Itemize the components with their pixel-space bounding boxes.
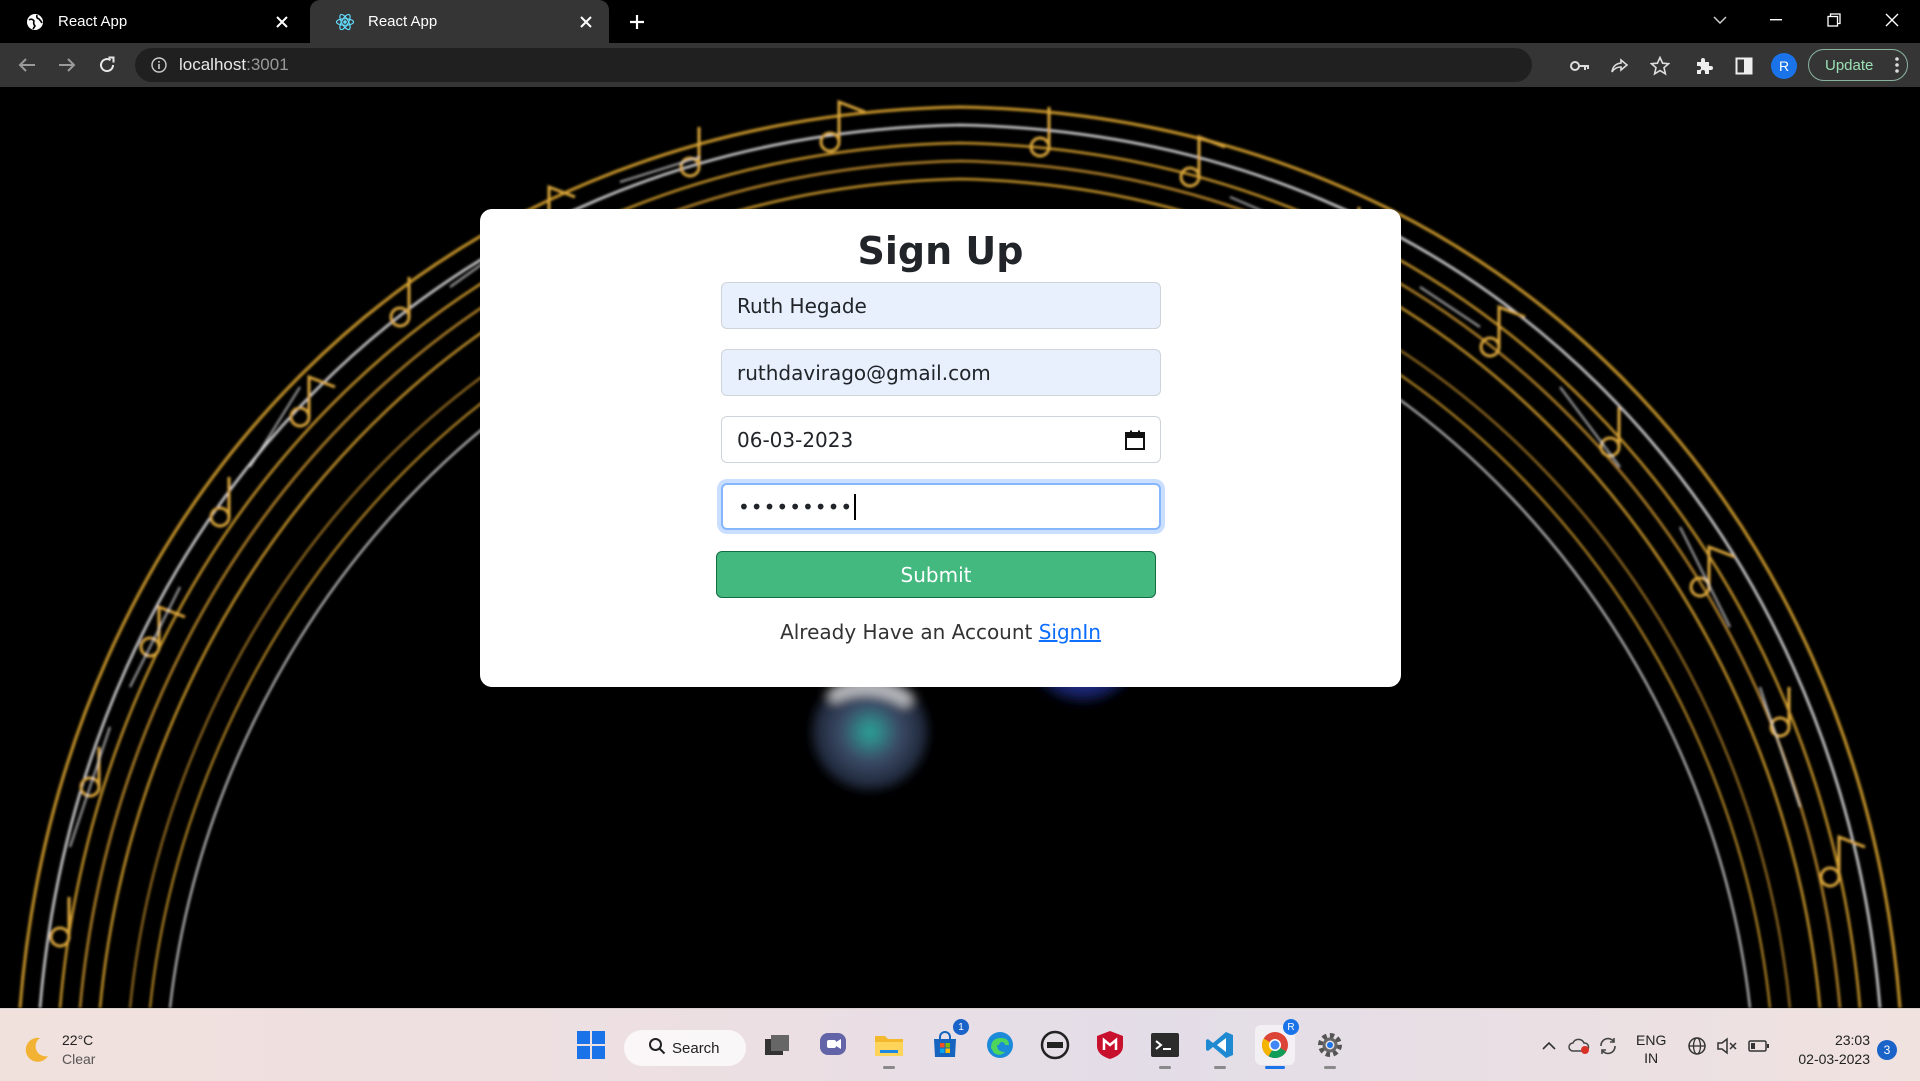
weather-temp: 22°C xyxy=(62,1032,94,1048)
sync-icon[interactable] xyxy=(1597,1035,1619,1057)
tab-title: React App xyxy=(368,13,438,30)
file-explorer-icon[interactable] xyxy=(869,1025,909,1069)
region-code: IN xyxy=(1644,1050,1659,1066)
show-hidden-icons-chevron-icon[interactable] xyxy=(1538,1035,1560,1057)
calendar-icon[interactable] xyxy=(1124,429,1146,451)
network-globe-icon[interactable] xyxy=(1686,1035,1708,1057)
signin-prompt-text: Already Have an Account xyxy=(780,620,1033,644)
signup-card: Sign Up Ruth Hegade ruthdavirago@gmail.c… xyxy=(480,209,1401,687)
task-view-icon[interactable] xyxy=(757,1025,797,1065)
tab-search-chevron-icon[interactable] xyxy=(1692,0,1748,40)
close-tab-icon[interactable] xyxy=(575,11,597,33)
submit-label: Submit xyxy=(900,562,972,587)
forward-arrow-icon[interactable] xyxy=(51,49,83,81)
signin-prompt: Already Have an Account SignIn xyxy=(480,620,1401,644)
edge-browser-icon[interactable] xyxy=(980,1025,1020,1065)
mcafee-icon[interactable] xyxy=(1090,1025,1130,1065)
clock-date: 02-03-2023 xyxy=(1798,1051,1870,1067)
more-menu-icon[interactable] xyxy=(1895,56,1899,78)
running-indicator xyxy=(1159,1066,1171,1069)
page-title: Sign Up xyxy=(857,229,1024,273)
update-button[interactable]: Update xyxy=(1808,49,1908,81)
minimize-icon[interactable] xyxy=(1748,0,1804,40)
language-indicator[interactable]: ENG IN xyxy=(1636,1031,1666,1067)
update-label: Update xyxy=(1825,56,1874,74)
teams-chat-icon[interactable] xyxy=(813,1025,853,1065)
signin-link[interactable]: SignIn xyxy=(1039,620,1101,644)
close-tab-icon[interactable] xyxy=(271,11,293,33)
system-clock[interactable]: 23:03 02-03-2023 xyxy=(1780,1031,1870,1069)
submit-button[interactable]: Submit xyxy=(716,551,1156,598)
windows-taskbar: 22°C Clear Search 1 R ENG IN 23:03 02-03… xyxy=(0,1008,1920,1081)
tab-react-app-1[interactable]: React App xyxy=(0,0,305,43)
tab-strip: React App React App xyxy=(0,0,1920,43)
microsoft-store-icon[interactable]: 1 xyxy=(925,1019,969,1065)
battery-icon[interactable] xyxy=(1748,1035,1770,1057)
tab-title: React App xyxy=(58,13,128,30)
name-value: Ruth Hegade xyxy=(737,293,867,318)
search-label: Search xyxy=(672,1039,720,1057)
password-input[interactable]: ••••••••• xyxy=(721,483,1161,530)
taskbar-search[interactable]: Search xyxy=(624,1030,746,1066)
close-window-icon[interactable] xyxy=(1864,0,1920,40)
site-info-icon[interactable] xyxy=(149,55,169,75)
extensions-puzzle-icon[interactable] xyxy=(1691,53,1717,79)
volume-muted-icon[interactable] xyxy=(1716,1035,1738,1057)
password-key-icon[interactable] xyxy=(1569,55,1591,77)
start-button[interactable] xyxy=(571,1025,611,1065)
settings-gear-icon[interactable] xyxy=(1310,1025,1350,1069)
notification-badge[interactable]: 3 xyxy=(1877,1040,1897,1060)
date-input[interactable]: 06-03-2023 xyxy=(721,416,1161,463)
active-indicator xyxy=(1265,1066,1285,1069)
bookmark-star-icon[interactable] xyxy=(1649,55,1671,77)
vscode-icon[interactable] xyxy=(1200,1025,1240,1069)
tab-react-app-2[interactable]: React App xyxy=(310,0,609,43)
restore-icon[interactable] xyxy=(1806,0,1862,40)
back-arrow-icon[interactable] xyxy=(11,49,43,81)
moon-icon xyxy=(20,1034,52,1066)
react-icon xyxy=(334,11,356,33)
reload-icon[interactable] xyxy=(91,49,123,81)
onedrive-error-icon[interactable] xyxy=(1568,1035,1590,1057)
chrome-icon[interactable]: R xyxy=(1255,1019,1299,1069)
clock-time: 23:03 xyxy=(1834,1032,1870,1048)
running-indicator xyxy=(1214,1066,1226,1069)
email-input[interactable]: ruthdavirago@gmail.com xyxy=(721,349,1161,396)
lang-code: ENG xyxy=(1636,1032,1667,1048)
page-viewport: Sign Up Ruth Hegade ruthdavirago@gmail.c… xyxy=(0,87,1920,1008)
store-badge: 1 xyxy=(953,1019,969,1035)
new-tab-button[interactable] xyxy=(620,8,654,36)
address-bar[interactable]: localhost:3001 xyxy=(135,48,1670,82)
globe-icon xyxy=(24,11,46,33)
search-icon xyxy=(648,1037,666,1059)
browser-toolbar: localhost:3001 R Update xyxy=(0,43,1920,87)
side-panel-icon[interactable] xyxy=(1731,53,1757,79)
password-masked: ••••••••• xyxy=(738,494,854,519)
weather-widget[interactable]: 22°C Clear xyxy=(20,1031,95,1069)
email-value: ruthdavirago@gmail.com xyxy=(737,360,991,385)
running-indicator xyxy=(1324,1066,1336,1069)
chrome-profile-badge: R xyxy=(1283,1019,1299,1035)
terminal-icon[interactable] xyxy=(1145,1025,1185,1069)
windows-logo-icon xyxy=(577,1031,605,1059)
date-value: 06-03-2023 xyxy=(737,427,854,452)
share-icon[interactable] xyxy=(1609,55,1631,77)
url-host: localhost xyxy=(179,55,247,74)
running-indicator xyxy=(883,1066,895,1069)
url-port: :3001 xyxy=(246,55,289,74)
text-cursor xyxy=(854,493,857,520)
profile-avatar[interactable]: R xyxy=(1771,53,1797,79)
name-input[interactable]: Ruth Hegade xyxy=(721,282,1161,329)
dell-icon[interactable] xyxy=(1035,1025,1075,1065)
weather-condition: Clear xyxy=(62,1051,96,1067)
